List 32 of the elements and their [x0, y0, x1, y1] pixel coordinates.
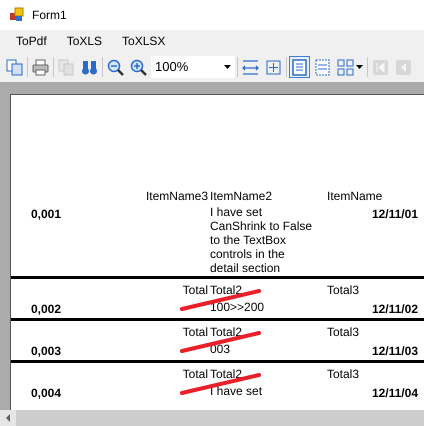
dropdown-caret-icon [356, 65, 363, 69]
column-header: ItemName [327, 189, 382, 203]
total-label: Total3 [327, 367, 360, 381]
total-label: Total3 [327, 325, 360, 339]
zoom-dropdown[interactable]: 100% [151, 56, 235, 78]
record-id: 0,002 [31, 302, 62, 316]
record-date: 12/11/03 [372, 344, 418, 358]
total-label: Total [182, 283, 208, 297]
record-date: 12/11/01 [372, 207, 418, 221]
scroll-left-icon[interactable] [0, 410, 16, 426]
total-label: Total [182, 367, 208, 381]
total-label: Total [182, 325, 208, 339]
total-label: Total2 [210, 367, 242, 381]
column-header: ItemName3 [146, 189, 208, 203]
menu-item[interactable]: ToXLS [56, 30, 112, 52]
dropdown-caret-icon [224, 65, 231, 69]
window-title: Form1 [32, 7, 67, 24]
menu-item[interactable]: ToPdf [6, 30, 57, 52]
record-id: 0,004 [31, 386, 62, 400]
app-icon [9, 7, 25, 23]
total-label: Total2 [210, 283, 242, 297]
total-label: Total3 [327, 283, 360, 297]
record-text: I have set CanShrink to False to the TextBox controls in the detail section [210, 205, 314, 275]
record-id: 0,003 [31, 344, 62, 358]
column-header: ItemName2 [210, 189, 272, 203]
total-label: Total2 [210, 325, 242, 339]
record-text: 100>>200 [210, 300, 266, 316]
single-page-button[interactable] [289, 56, 310, 78]
record-id: 0,001 [31, 207, 62, 221]
record-date: 12/11/02 [372, 302, 418, 316]
menu-item[interactable]: ToXLSX [112, 30, 176, 52]
record-date: 12/11/04 [372, 386, 418, 400]
